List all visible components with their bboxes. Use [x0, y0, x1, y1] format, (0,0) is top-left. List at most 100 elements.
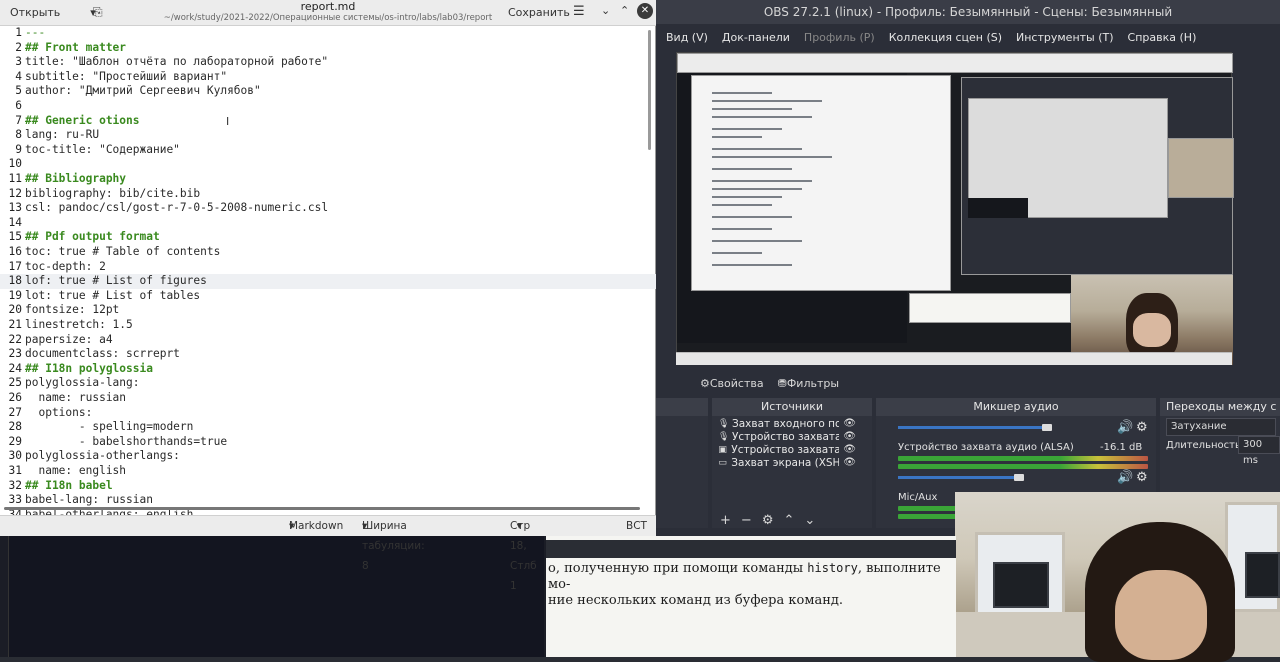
- code-line[interactable]: 13 csl: pandoc/csl/gost-r-7-0-5-2008-nume…: [0, 201, 656, 216]
- code-line[interactable]: 29 - babelshorthands=true: [0, 435, 656, 450]
- syntax-mode-button[interactable]: Markdown ▾: [289, 516, 343, 536]
- tab-width-button[interactable]: Ширина табуляции: 8 ▾: [362, 516, 425, 572]
- line-text: papersize: a4: [25, 332, 113, 346]
- visibility-eye-icon[interactable]: 👁: [843, 444, 856, 455]
- mixer-device-level: -16.1 dB: [1100, 442, 1143, 453]
- code-line[interactable]: 28 - spelling=modern: [0, 420, 656, 435]
- line-number: 11: [8, 172, 22, 185]
- code-line[interactable]: 12 bibliography: bib/cite.bib: [0, 187, 656, 202]
- code-line[interactable]: 11 ## Bibliography: [0, 172, 656, 187]
- code-line[interactable]: 27 options:: [0, 406, 656, 421]
- obs-menu-item[interactable]: Коллекция сцен (S): [889, 28, 1002, 48]
- obs-menu-item[interactable]: Док-панели: [722, 28, 790, 48]
- code-line[interactable]: 6: [0, 99, 656, 114]
- level-meter: [898, 464, 1148, 469]
- code-line[interactable]: 31 name: english: [0, 464, 656, 479]
- code-line[interactable]: 30 polyglossia-otherlangs:: [0, 449, 656, 464]
- code-line[interactable]: 32 ## I18n babel: [0, 479, 656, 494]
- code-line[interactable]: 18 lof: true # List of figures: [0, 274, 656, 289]
- add-source-icon[interactable]: +: [720, 513, 731, 528]
- device-volume-knob[interactable]: [1014, 474, 1024, 481]
- code-line[interactable]: 9 toc-title: "Содержание": [0, 143, 656, 158]
- source-settings-icon[interactable]: ⚙: [762, 513, 774, 528]
- line-text: [22, 157, 25, 170]
- remove-source-icon[interactable]: −: [741, 513, 752, 528]
- editor-status-bar: Markdown ▾ Ширина табуляции: 8 ▾ Стр 18,…: [0, 515, 656, 592]
- filters-button[interactable]: ⛃Фильтры: [778, 374, 839, 394]
- line-text: linestretch: 1.5: [25, 318, 133, 331]
- open-button[interactable]: Открыть ▾: [10, 4, 96, 22]
- insert-mode-indicator: ВСТ: [626, 520, 647, 532]
- duration-input[interactable]: 300 ms: [1238, 436, 1280, 466]
- code-line[interactable]: 21 linestretch: 1.5: [0, 318, 656, 333]
- code-line[interactable]: 26 name: russian: [0, 391, 656, 406]
- line-text: name: russian: [25, 391, 127, 404]
- obs-menu-item[interactable]: Справка (H): [1128, 28, 1197, 48]
- code-line[interactable]: 15 ## Pdf output format: [0, 230, 656, 245]
- code-line[interactable]: 4 subtitle: "Простейший вариант": [0, 70, 656, 85]
- horizontal-scrollbar[interactable]: [4, 507, 640, 510]
- source-item[interactable]: 🎙Устройство захвата ау👁: [712, 430, 872, 443]
- code-line[interactable]: 23 documentclass: scrreprt: [0, 347, 656, 362]
- move-down-icon[interactable]: ⌄: [804, 513, 815, 528]
- line-text: lang: ru-RU: [25, 128, 100, 142]
- visibility-eye-icon[interactable]: 👁: [843, 418, 856, 429]
- source-item[interactable]: ▣ Устройство захвата ви👁: [712, 443, 872, 456]
- source-label: Захват экрана (XSHM): [731, 456, 840, 469]
- speaker-icon[interactable]: 🔊: [1117, 470, 1133, 485]
- code-line[interactable]: 10: [0, 157, 656, 172]
- cursor-position-button[interactable]: Стр 18, Стлб 1 ▾: [510, 516, 537, 592]
- transition-select[interactable]: Затухание: [1166, 418, 1276, 436]
- obs-preview[interactable]: [676, 52, 1234, 365]
- sources-tools: + − ⚙ ⌃ ⌄: [720, 513, 815, 528]
- new-document-icon[interactable]: ⎘: [93, 5, 103, 20]
- visibility-eye-icon[interactable]: 👁: [843, 431, 856, 442]
- code-line[interactable]: 24 ## I18n polyglossia: [0, 362, 656, 377]
- vertical-scrollbar[interactable]: [648, 30, 651, 150]
- code-line[interactable]: 33 babel-lang: russian: [0, 493, 656, 508]
- code-line[interactable]: 7 ## Generic otions: [0, 114, 656, 129]
- source-item[interactable]: ▭ Захват экрана (XSHM)👁: [712, 456, 872, 469]
- source-item[interactable]: 🎙Захват входного пото👁: [712, 417, 872, 430]
- properties-button[interactable]: ⚙Свойства: [700, 374, 764, 394]
- visibility-eye-icon[interactable]: 👁: [843, 457, 856, 468]
- obs-menu-item[interactable]: Профиль (P): [804, 28, 875, 48]
- code-line[interactable]: 3 title: "Шаблон отчёта по лабораторной р…: [0, 55, 656, 70]
- line-number: 18: [8, 274, 22, 288]
- move-up-icon[interactable]: ⌃: [783, 513, 794, 528]
- line-text: ---: [25, 26, 46, 39]
- close-icon[interactable]: ✕: [637, 3, 653, 19]
- obs-menu-item[interactable]: Инструменты (T): [1016, 28, 1114, 48]
- editor-text-area[interactable]: 1 --- 2 ## Front matter 3 title: "Шаблон отчё…: [0, 26, 656, 515]
- maximize-icon[interactable]: ⌃: [620, 4, 629, 17]
- line-number: 3: [15, 55, 22, 69]
- code-line[interactable]: 14: [0, 216, 656, 231]
- code-line[interactable]: 22 papersize: a4: [0, 333, 656, 348]
- device-volume-slider[interactable]: [898, 476, 1018, 479]
- code-line[interactable]: 2 ## Front matter: [0, 41, 656, 56]
- speaker-icon[interactable]: 🔊: [1117, 420, 1133, 435]
- code-line[interactable]: 16 toc: true # Table of contents: [0, 245, 656, 260]
- code-line[interactable]: 25 polyglossia-lang:: [0, 376, 656, 391]
- hamburger-menu-icon[interactable]: ☰: [573, 4, 585, 19]
- save-button[interactable]: Сохранить: [508, 4, 570, 22]
- capture-volume-knob[interactable]: [1042, 424, 1052, 431]
- code-line[interactable]: 17 toc-depth: 2: [0, 260, 656, 275]
- code-line[interactable]: 20 fontsize: 12pt: [0, 303, 656, 318]
- gear-icon[interactable]: ⚙: [1136, 420, 1148, 435]
- obs-menu-bar: Вид (V) Док-панели Профиль (P) Коллекция сц…: [656, 28, 1280, 48]
- capture-volume-slider[interactable]: [898, 426, 1048, 429]
- code-line[interactable]: 5 author: "Дмитрий Сергеевич Кулябов": [0, 84, 656, 99]
- gear-icon[interactable]: ⚙: [1136, 470, 1148, 485]
- code-line[interactable]: 8 lang: ru-RU: [0, 128, 656, 143]
- line-text: ## Generic otions: [25, 113, 140, 127]
- code-line[interactable]: 1 ---: [0, 26, 656, 41]
- line-text: csl: pandoc/csl/gost-r-7-0-5-2008-numeri…: [25, 201, 329, 215]
- source-label: Устройство захвата ау: [732, 430, 840, 443]
- line-text: ## Pdf output format: [25, 230, 160, 244]
- minimize-icon[interactable]: ⌄: [601, 4, 610, 17]
- line-text: toc-depth: 2: [25, 259, 106, 273]
- preview-browser-bar: [677, 53, 1233, 73]
- obs-menu-item[interactable]: Вид (V): [666, 28, 708, 48]
- code-line[interactable]: 19 lot: true # List of tables: [0, 289, 656, 304]
